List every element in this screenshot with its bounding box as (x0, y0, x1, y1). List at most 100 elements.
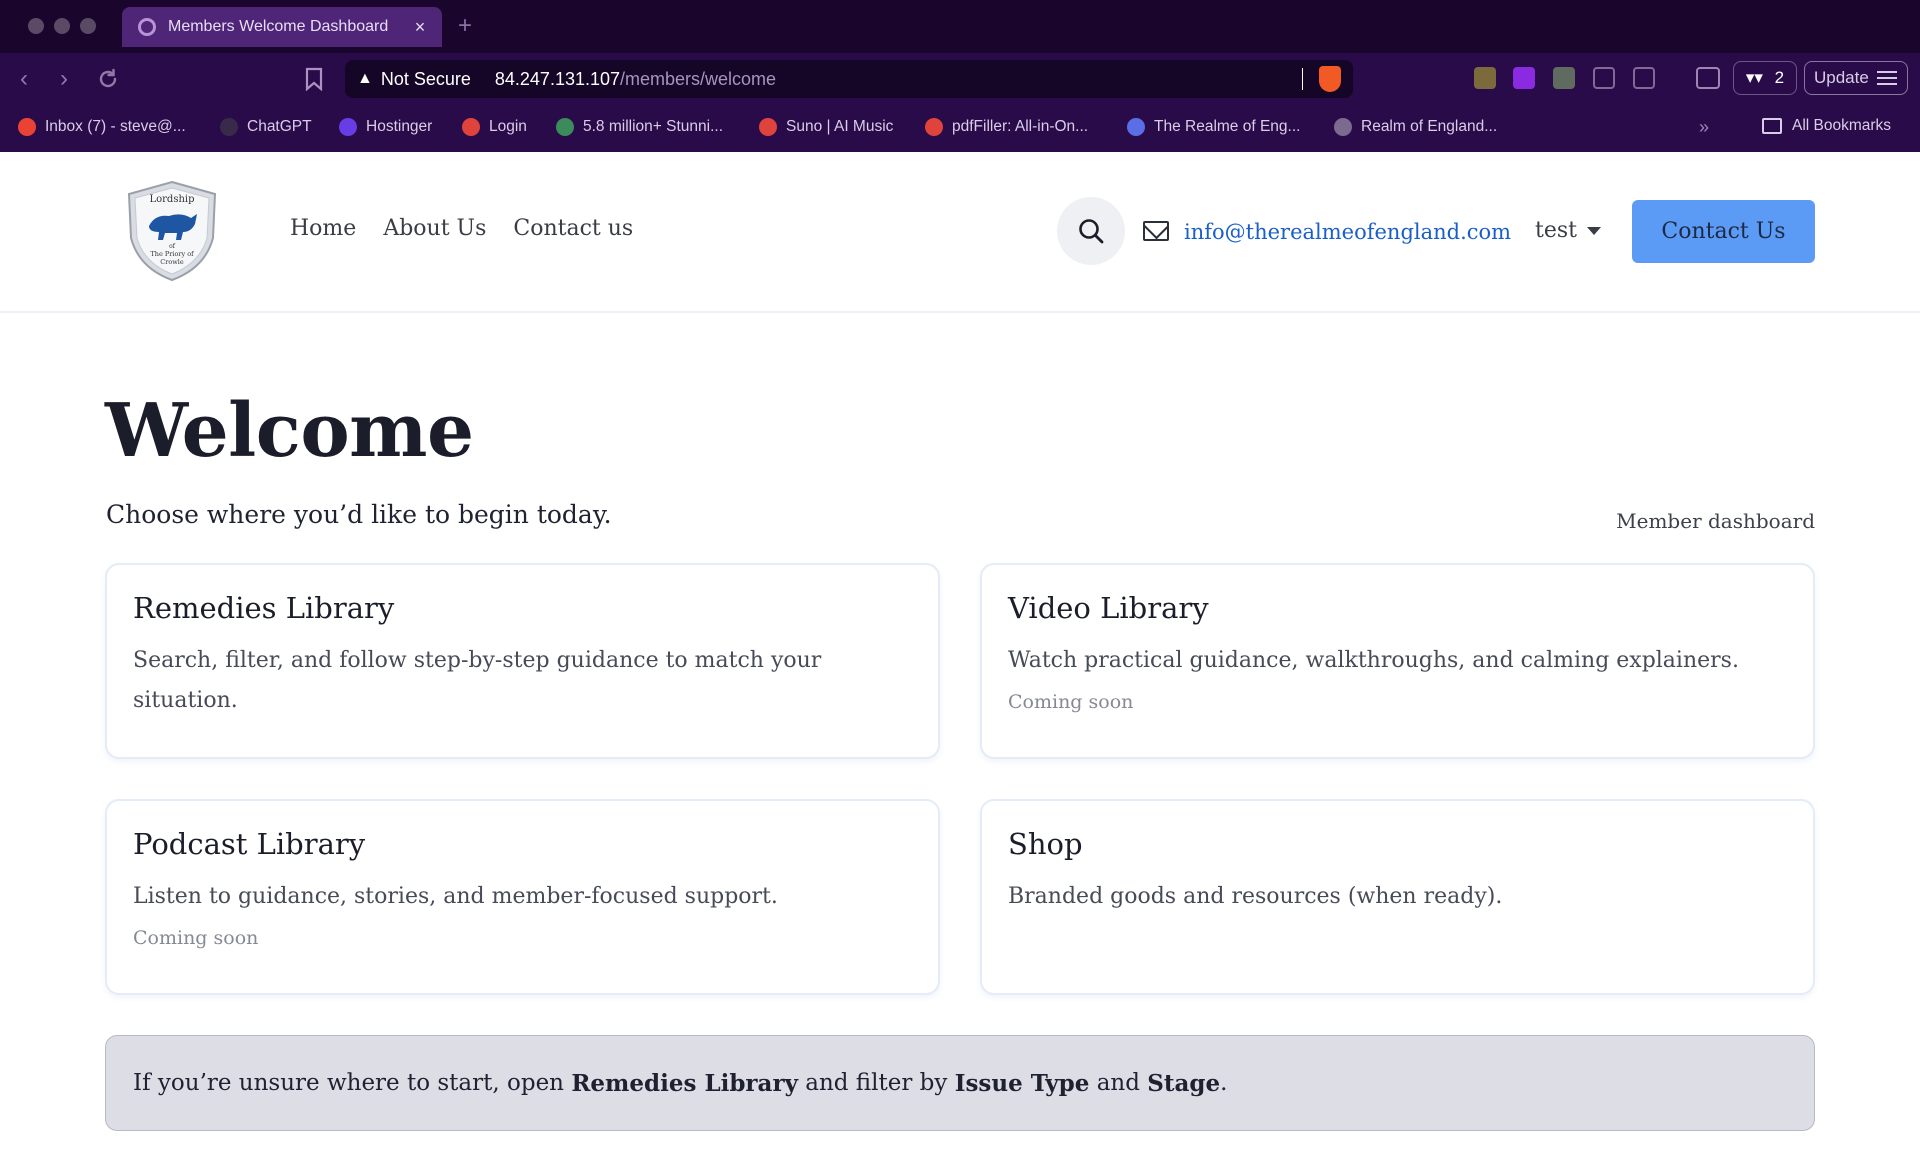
user-name: test (1535, 218, 1577, 243)
url-divider (1302, 68, 1303, 90)
bookmark-favicon-icon (1127, 118, 1145, 136)
extensions-puzzle-icon[interactable] (1593, 67, 1615, 89)
contact-us-button[interactable]: Contact Us (1632, 200, 1815, 263)
bookmarks-overflow-icon[interactable]: » (1699, 117, 1709, 138)
extension-pen-icon[interactable] (1474, 67, 1496, 89)
search-button[interactable] (1057, 197, 1125, 265)
bookmark-item[interactable]: Realm of England... (1334, 118, 1497, 136)
extension-tab-icon[interactable] (1633, 67, 1655, 89)
bookmark-label: 5.8 million+ Stunni... (583, 118, 724, 135)
tip-banner: If you’re unsure where to start, open Re… (105, 1035, 1815, 1131)
page-lead: Choose where you’d like to begin today. (106, 500, 612, 529)
update-button[interactable]: Update (1804, 61, 1908, 95)
page-title: Welcome (105, 388, 474, 474)
address-bar[interactable]: ▲ Not Secure 84.247.131.107 /members/wel… (345, 60, 1353, 98)
nav-home[interactable]: Home (290, 216, 356, 241)
site-header: Lordship of The Priory of Crowle Home Ab… (0, 152, 1920, 313)
bookmark-label: ChatGPT (247, 118, 312, 135)
card-title: Video Library (1008, 591, 1209, 625)
tip-text-3: and (1089, 1070, 1148, 1096)
bookmark-favicon-icon (339, 118, 357, 136)
all-bookmarks-button[interactable]: All Bookmarks (1762, 117, 1891, 135)
nav-contact-us[interactable]: Contact us (513, 216, 633, 241)
bookmark-label: The Realme of Eng... (1154, 118, 1301, 135)
tip-issue-type: Issue Type (954, 1069, 1090, 1097)
logo-text-line-4: Crowle (160, 258, 184, 266)
bookmarks-bar: » All Bookmarks Inbox (7) - steve@... Cha… (0, 105, 1920, 152)
bookmark-favicon-icon (462, 118, 480, 136)
member-dashboard-link[interactable]: Member dashboard (1616, 509, 1815, 533)
card-shop[interactable]: Shop Branded goods and resources (when r… (980, 799, 1815, 995)
tip-text-1: If you’re unsure where to start, open (133, 1070, 564, 1096)
bookmark-label: Inbox (7) - steve@... (45, 118, 186, 135)
url-host: 84.247.131.107 (494, 68, 621, 89)
forward-icon[interactable]: › (60, 65, 68, 93)
window-zoom-dot[interactable] (80, 18, 96, 34)
nav-about-us[interactable]: About Us (383, 216, 486, 241)
bookmark-item[interactable]: The Realme of Eng... (1127, 118, 1300, 136)
folder-icon (1762, 118, 1782, 134)
card-podcast-library[interactable]: Podcast Library Listen to guidance, stor… (105, 799, 940, 995)
extension-purple-icon[interactable] (1513, 67, 1535, 89)
bookmark-label: Suno | AI Music (786, 118, 894, 135)
card-description: Search, filter, and follow step-by-step … (133, 648, 822, 713)
tip-stage: Stage (1147, 1069, 1221, 1097)
tab-close-icon[interactable]: × (410, 17, 430, 38)
card-description: Listen to guidance, stories, and member-… (133, 884, 778, 909)
update-label: Update (1814, 68, 1869, 87)
browser-chrome: Members Welcome Dashboard × + ‹ › ▲ Not … (0, 0, 1920, 152)
tip-remedies-library: Remedies Library (571, 1069, 798, 1097)
bookmark-label: Hostinger (366, 118, 433, 135)
reload-icon[interactable] (96, 67, 120, 91)
tab-favicon-icon (138, 18, 156, 36)
bookmark-item[interactable]: ChatGPT (220, 118, 312, 136)
extension-grid-icon[interactable] (1553, 67, 1575, 89)
bookmark-item[interactable]: pdfFiller: All-in-On... (925, 118, 1088, 136)
window-minimize-dot[interactable] (54, 18, 70, 34)
wallet-button[interactable]: ▾▾ 2 (1733, 61, 1797, 95)
coming-soon-label: Coming soon (133, 927, 259, 949)
card-description: Branded goods and resources (when ready)… (1008, 884, 1503, 909)
caret-down-icon (1587, 226, 1601, 235)
back-icon[interactable]: ‹ (20, 65, 28, 93)
tip-text-4: . (1220, 1070, 1228, 1096)
logo-text-line-3: The Priory of (150, 250, 194, 258)
main-nav: Home About Us Contact us (290, 216, 633, 241)
search-icon (1079, 219, 1104, 244)
mail-icon (1143, 221, 1169, 241)
warning-icon: ▲ (357, 70, 373, 87)
bookmark-item[interactable]: Suno | AI Music (759, 118, 893, 136)
card-remedies-library[interactable]: Remedies Library Search, filter, and fol… (105, 563, 940, 759)
sidebar-toggle-icon[interactable] (1696, 67, 1720, 89)
bookmark-favicon-icon (759, 118, 777, 136)
user-menu[interactable]: test (1535, 218, 1601, 243)
bookmark-favicon-icon (220, 118, 238, 136)
lordship-crest-logo[interactable]: Lordship of The Priory of Crowle (125, 180, 219, 282)
logo-text-line-2: of (169, 243, 176, 250)
bookmark-item[interactable]: Hostinger (339, 118, 432, 136)
brave-shields-icon[interactable] (1319, 66, 1341, 92)
wallet-count: 2 (1774, 68, 1785, 87)
bookmark-item[interactable]: Inbox (7) - steve@... (18, 118, 186, 136)
new-tab-icon[interactable]: + (458, 12, 472, 40)
coming-soon-label: Coming soon (1008, 691, 1134, 713)
bookmark-label: pdfFiller: All-in-On... (952, 118, 1089, 135)
bookmark-icon[interactable] (305, 67, 323, 91)
bookmark-item[interactable]: Login (462, 118, 527, 136)
email-link[interactable]: info@therealmeofengland.com (1184, 220, 1511, 244)
card-video-library[interactable]: Video Library Watch practical guidance, … (980, 563, 1815, 759)
bookmark-item[interactable]: 5.8 million+ Stunni... (556, 118, 723, 136)
bookmark-favicon-icon (925, 118, 943, 136)
browser-tab-active[interactable]: Members Welcome Dashboard × (122, 7, 442, 47)
bookmark-favicon-icon (556, 118, 574, 136)
card-description: Watch practical guidance, walkthroughs, … (1008, 648, 1739, 673)
menu-icon (1876, 71, 1897, 85)
bookmark-label: Login (489, 118, 527, 135)
bookmark-favicon-icon (18, 118, 36, 136)
window-close-dot[interactable] (28, 18, 44, 34)
browser-toolbar: ‹ › ▲ Not Secure 84.247.131.107 /members… (0, 53, 1920, 105)
all-bookmarks-label: All Bookmarks (1792, 117, 1892, 134)
url-path: /members/welcome (620, 68, 777, 89)
security-label: Not Secure (380, 68, 471, 89)
bookmark-label: Realm of England... (1361, 118, 1498, 135)
